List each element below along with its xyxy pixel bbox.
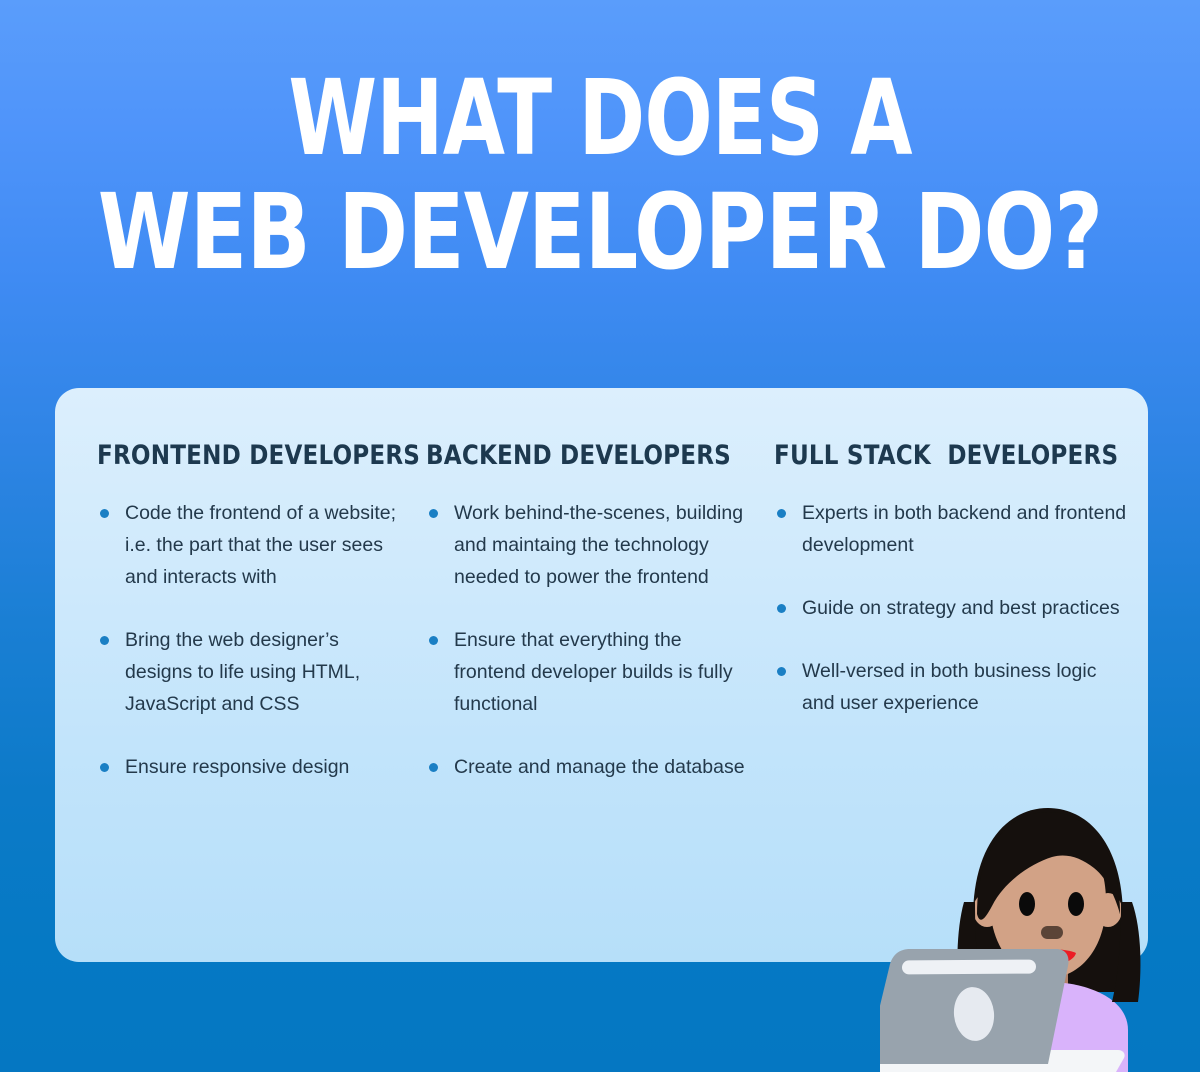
list-item-text: Guide on strategy and best practices bbox=[802, 597, 1120, 619]
column-header-frontend: FRONTEND DEVELOPERS bbox=[97, 440, 421, 471]
list-item: Ensure that everything the frontend deve… bbox=[426, 624, 750, 720]
column-header-backend: BACKEND DEVELOPERS bbox=[426, 440, 731, 471]
list-item: Create and manage the database bbox=[426, 751, 750, 783]
list-item-text: Code the frontend of a website; i.e. the… bbox=[125, 502, 397, 588]
column-header-full-stack: FULL STACK DEVELOPERS bbox=[774, 440, 1119, 471]
bullet-list-backend: Work behind-the-scenes, building and mai… bbox=[426, 497, 750, 783]
list-item: Well-versed in both business logic and u… bbox=[774, 655, 1134, 719]
title-line-1: WHAT DOES A bbox=[288, 57, 912, 179]
bullet-dot-icon bbox=[100, 509, 109, 518]
list-item: Experts in both backend and frontend dev… bbox=[774, 497, 1134, 561]
bullet-dot-icon bbox=[429, 509, 438, 518]
bullet-dot-icon bbox=[429, 636, 438, 645]
list-item-text: Ensure responsive design bbox=[125, 756, 350, 778]
list-item: Work behind-the-scenes, building and mai… bbox=[426, 497, 750, 593]
list-item: Code the frontend of a website; i.e. the… bbox=[97, 497, 398, 593]
list-item-text: Experts in both backend and frontend dev… bbox=[802, 502, 1127, 556]
bullet-dot-icon bbox=[429, 763, 438, 772]
nose-shape bbox=[1041, 926, 1063, 939]
infographic-canvas: WHAT DOES A WEB DEVELOPER DO? FRONTEND D… bbox=[0, 0, 1200, 1072]
laptop-screen-stripe bbox=[902, 959, 1036, 975]
left-eye-icon bbox=[1019, 892, 1035, 916]
title-line-2: WEB DEVELOPER DO? bbox=[97, 171, 1103, 293]
bullet-dot-icon bbox=[100, 763, 109, 772]
bullet-dot-icon bbox=[777, 604, 786, 613]
list-item-text: Ensure that everything the frontend deve… bbox=[454, 629, 733, 715]
bullet-list-full-stack: Experts in both backend and frontend dev… bbox=[774, 497, 1134, 719]
list-item-text: Well-versed in both business logic and u… bbox=[802, 660, 1097, 714]
bullet-dot-icon bbox=[777, 667, 786, 676]
column-backend-developers: BACKEND DEVELOPERS Work behind-the-scene… bbox=[418, 388, 768, 962]
page-title: WHAT DOES A WEB DEVELOPER DO? bbox=[0, 62, 1200, 288]
list-item-text: Work behind-the-scenes, building and mai… bbox=[454, 502, 744, 588]
right-eye-icon bbox=[1068, 892, 1084, 916]
list-item: Guide on strategy and best practices bbox=[774, 592, 1134, 624]
woman-technologist-illustration bbox=[880, 806, 1200, 1072]
bullet-dot-icon bbox=[777, 509, 786, 518]
bullet-dot-icon bbox=[100, 636, 109, 645]
list-item: Bring the web designer’s designs to life… bbox=[97, 624, 398, 720]
column-frontend-developers: FRONTEND DEVELOPERS Code the frontend of… bbox=[55, 388, 421, 962]
list-item-text: Create and manage the database bbox=[454, 756, 745, 778]
list-item-text: Bring the web designer’s designs to life… bbox=[125, 629, 361, 715]
bullet-list-frontend: Code the frontend of a website; i.e. the… bbox=[97, 497, 398, 783]
list-item: Ensure responsive design bbox=[97, 751, 398, 783]
